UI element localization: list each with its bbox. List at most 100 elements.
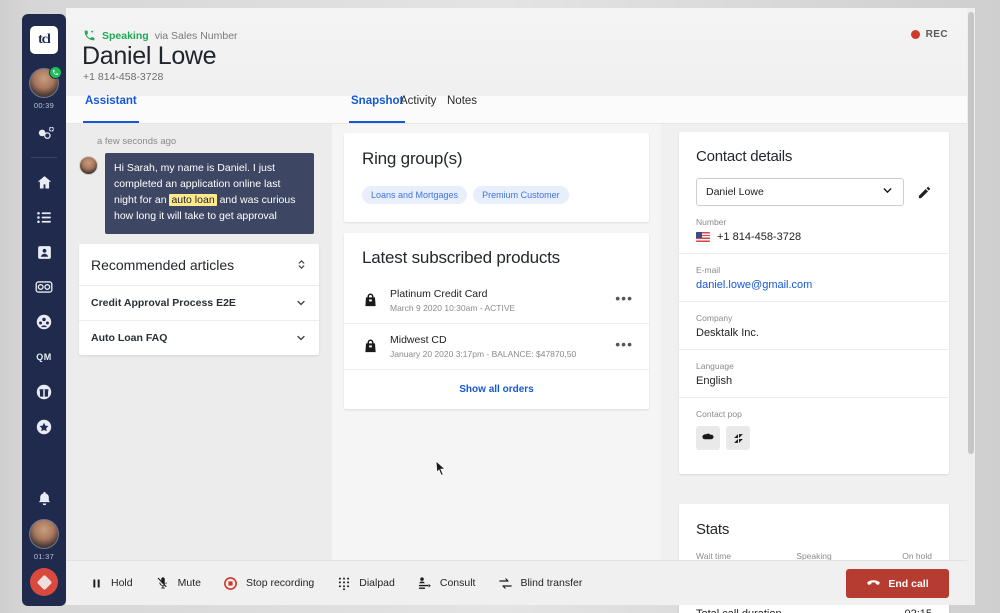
field-label: Company bbox=[696, 313, 733, 323]
sidebar-item-teams[interactable] bbox=[33, 311, 55, 333]
shopping-bag-icon bbox=[362, 338, 379, 355]
field-label: Contact pop bbox=[696, 409, 742, 419]
contact-pop-buttons bbox=[696, 426, 932, 450]
tab-assistant[interactable]: Assistant bbox=[83, 95, 139, 123]
tab-notes[interactable]: Notes bbox=[445, 95, 479, 123]
contact-field-company: Company Desktalk Inc. bbox=[679, 302, 949, 350]
end-call-icon bbox=[866, 575, 881, 593]
tab-bar: Assistant Snapshot Activity Notes bbox=[66, 95, 975, 124]
end-call-label: End call bbox=[888, 577, 929, 590]
vertical-scrollbar[interactable] bbox=[967, 8, 975, 605]
edit-contact-icon[interactable] bbox=[916, 184, 932, 200]
stop-recording-label: Stop recording bbox=[245, 577, 315, 589]
bell-icon[interactable] bbox=[33, 487, 55, 509]
contact-field-number: Number +1 814-458-3728 bbox=[679, 206, 949, 254]
transcript-message: Hi Sarah, my name is Daniel. I just comp… bbox=[79, 153, 332, 234]
sidebar-item-qm[interactable]: QM bbox=[33, 346, 55, 368]
chevron-down-icon[interactable] bbox=[881, 184, 894, 200]
dialpad-label: Dialpad bbox=[359, 577, 395, 589]
recording-label: REC bbox=[925, 29, 948, 40]
recommended-articles-header: Recommended articles bbox=[79, 244, 319, 286]
total-call-duration-label: Total call duration bbox=[696, 608, 782, 613]
sidebar-item-voicemail[interactable] bbox=[33, 276, 55, 298]
caller-phone: +1 814-458-3728 bbox=[83, 71, 164, 83]
caller-avatar bbox=[79, 156, 98, 175]
sidebar-item-home[interactable] bbox=[33, 171, 55, 193]
subscribed-products-title: Latest subscribed products bbox=[362, 248, 560, 267]
article-item[interactable]: Auto Loan FAQ bbox=[79, 321, 319, 355]
contact-select-value: Daniel Lowe bbox=[706, 186, 764, 198]
mute-label: Mute bbox=[177, 577, 201, 589]
hold-button[interactable]: Hold bbox=[88, 575, 133, 591]
main-panel: Speaking via Sales Number Daniel Lowe +1… bbox=[66, 8, 975, 613]
contact-field-language: Language English bbox=[679, 350, 949, 398]
us-flag-icon bbox=[696, 232, 710, 242]
field-label: Language bbox=[696, 361, 734, 371]
total-call-duration-value: 02:15 bbox=[904, 608, 932, 613]
field-value-text: +1 814-458-3728 bbox=[717, 231, 802, 243]
blind-transfer-label: Blind transfer bbox=[520, 577, 583, 589]
field-label: E-mail bbox=[696, 265, 721, 275]
dialpad-button[interactable]: Dialpad bbox=[336, 575, 395, 591]
product-info: Platinum Credit Card March 9 2020 10:30a… bbox=[390, 288, 615, 313]
consult-button[interactable]: Consult bbox=[417, 575, 476, 591]
consult-icon bbox=[417, 575, 433, 591]
page-title: Daniel Lowe bbox=[82, 42, 217, 70]
product-overflow-menu-icon[interactable]: ••• bbox=[615, 337, 633, 356]
contact-details-card: Contact details Daniel Lowe Number +1 81… bbox=[679, 132, 949, 474]
chevron-down-icon[interactable] bbox=[295, 297, 307, 309]
ring-group-chip[interactable]: Loans and Mortgages bbox=[362, 186, 468, 204]
message-timestamp: a few seconds ago bbox=[97, 136, 177, 147]
scrollbar-thumb[interactable] bbox=[968, 12, 974, 454]
ring-groups-title: Ring group(s) bbox=[362, 149, 463, 168]
field-label: Number bbox=[696, 217, 727, 227]
field-value: Desktalk Inc. bbox=[696, 327, 759, 339]
stop-recording-button[interactable]: Stop recording bbox=[223, 575, 314, 591]
contact-select[interactable]: Daniel Lowe bbox=[696, 178, 904, 206]
ring-groups-chips: Loans and Mortgages Premium Customer bbox=[362, 186, 631, 204]
contact-pop-section: Contact pop bbox=[679, 398, 949, 460]
salesforce-cloud-icon[interactable] bbox=[696, 426, 720, 450]
record-button[interactable] bbox=[30, 568, 58, 596]
sidebar-item-star[interactable] bbox=[33, 416, 55, 438]
product-row[interactable]: Midwest CD January 20 2020 3:17pm - BALA… bbox=[344, 324, 649, 370]
mute-button[interactable]: Mute bbox=[155, 575, 201, 591]
assistant-column: a few seconds ago Hi Sarah, my name is D… bbox=[66, 124, 332, 560]
product-overflow-menu-icon[interactable]: ••• bbox=[615, 291, 633, 310]
consult-label: Consult bbox=[439, 577, 476, 589]
tab-activity[interactable]: Activity bbox=[398, 95, 438, 123]
sidebar-item-gift[interactable] bbox=[33, 381, 55, 403]
status-badge: Speaking bbox=[102, 29, 149, 42]
add-contact-icon[interactable] bbox=[33, 123, 55, 145]
contact-details-title: Contact details bbox=[696, 148, 793, 165]
hold-label: Hold bbox=[111, 577, 133, 589]
snapshot-column: Ring group(s) Loans and Mortgages Premiu… bbox=[332, 124, 661, 560]
app-root: tcl 00:39 QM 01:37 Speaking via Sales Nu… bbox=[0, 0, 1000, 613]
product-row[interactable]: Platinum Credit Card March 9 2020 10:30a… bbox=[344, 278, 649, 324]
sidebar-item-list[interactable] bbox=[33, 206, 55, 228]
user-avatar[interactable] bbox=[29, 519, 59, 549]
pause-icon bbox=[88, 575, 104, 591]
contact-column: Contact details Daniel Lowe Number +1 81… bbox=[661, 124, 967, 613]
agent-avatar-wrap[interactable] bbox=[29, 66, 62, 98]
stats-title: Stats bbox=[696, 521, 730, 538]
blind-transfer-button[interactable]: Blind transfer bbox=[497, 575, 582, 591]
end-call-button[interactable]: End call bbox=[846, 569, 949, 598]
sidebar-item-contact-card[interactable] bbox=[33, 241, 55, 263]
tab-snapshot[interactable]: Snapshot bbox=[349, 95, 406, 123]
collapse-expand-icon[interactable] bbox=[296, 259, 307, 270]
rail-divider bbox=[31, 157, 57, 158]
chevron-down-icon[interactable] bbox=[295, 332, 307, 344]
article-item[interactable]: Credit Approval Process E2E bbox=[79, 286, 319, 321]
ring-group-chip[interactable]: Premium Customer bbox=[473, 186, 569, 204]
zendesk-icon[interactable] bbox=[726, 426, 750, 450]
article-title: Auto Loan FAQ bbox=[91, 331, 168, 344]
dialpad-icon bbox=[336, 575, 352, 591]
app-logo[interactable]: tcl bbox=[30, 26, 58, 54]
recording-indicator: REC bbox=[910, 29, 948, 40]
field-value-link[interactable]: daniel.lowe@gmail.com bbox=[696, 279, 932, 291]
shopping-bag-icon bbox=[362, 292, 379, 309]
article-title: Credit Approval Process E2E bbox=[91, 296, 236, 309]
show-all-orders-link[interactable]: Show all orders bbox=[344, 370, 649, 395]
agent-call-timer: 00:39 bbox=[33, 101, 55, 110]
